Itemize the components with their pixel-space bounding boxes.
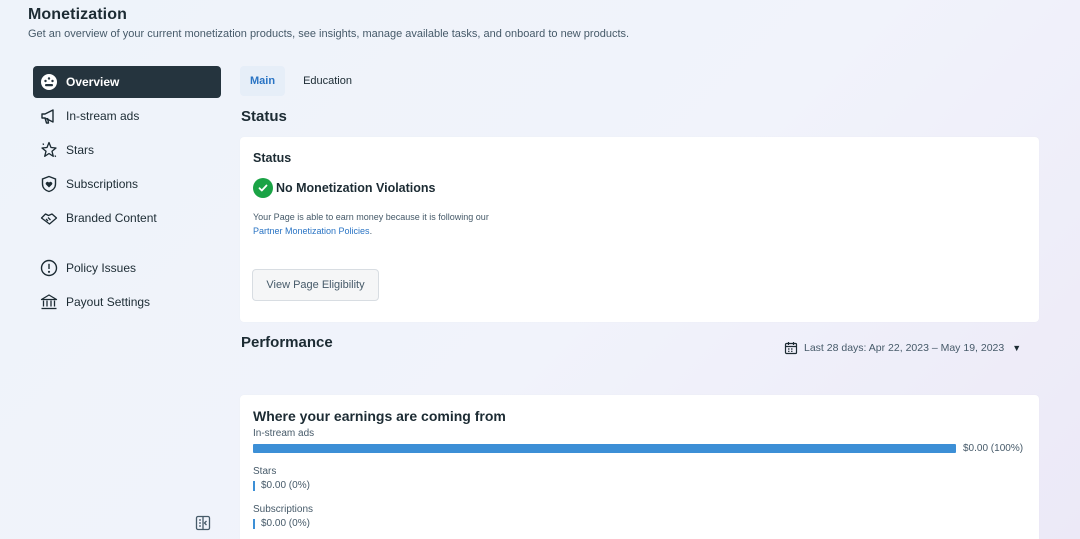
status-card-title: Status bbox=[253, 151, 292, 165]
earnings-bar-row: $0.00 (0%) bbox=[253, 518, 1026, 529]
page-header: Monetization Get an overview of your cur… bbox=[28, 6, 629, 40]
chevron-down-icon: ▼ bbox=[1012, 343, 1022, 353]
page-subtitle: Get an overview of your current monetiza… bbox=[28, 28, 630, 40]
earnings-value: $0.00 (0%) bbox=[261, 480, 310, 491]
status-section-title: Status bbox=[241, 108, 287, 125]
earnings-card: Where your earnings are coming from In-s… bbox=[240, 395, 1039, 539]
sidebar-item-label: Stars bbox=[66, 143, 95, 157]
violation-status-text: No Monetization Violations bbox=[276, 181, 436, 195]
earnings-label: Subscriptions bbox=[253, 504, 314, 515]
earnings-bar-track bbox=[253, 444, 956, 453]
view-page-eligibility-button[interactable]: View Page Eligibility bbox=[252, 269, 379, 301]
earnings-bar-row: $0.00 (0%) bbox=[253, 480, 1026, 491]
heart-shield-icon bbox=[40, 175, 58, 193]
earnings-item-subscriptions: Subscriptions $0.00 (0%) bbox=[253, 504, 1026, 529]
check-circle-icon bbox=[253, 178, 273, 198]
sidebar-item-subscriptions[interactable]: Subscriptions bbox=[33, 168, 221, 200]
status-description: Your Page is able to earn money because … bbox=[253, 210, 1026, 238]
earnings-bar bbox=[253, 444, 956, 453]
megaphone-icon bbox=[40, 107, 58, 125]
page-title: Monetization bbox=[28, 6, 127, 23]
earnings-item-stars: Stars $0.00 (0%) bbox=[253, 466, 1026, 491]
earnings-value: $0.00 (100%) bbox=[963, 443, 1024, 454]
date-range-text: Last 28 days: Apr 22, 2023 – May 19, 202… bbox=[804, 342, 1005, 354]
sidebar-item-label: In-stream ads bbox=[66, 109, 140, 123]
earnings-bar bbox=[253, 518, 255, 529]
status-link-suffix: . bbox=[369, 226, 373, 236]
sidebar-item-overview[interactable]: Overview bbox=[33, 66, 221, 98]
earnings-item-in-stream-ads: In-stream ads $0.00 (100%) bbox=[253, 428, 1026, 454]
alert-circle-icon bbox=[40, 259, 58, 277]
main-content: Main Education Status Status No Monetiza… bbox=[240, 66, 1040, 539]
calendar-icon bbox=[784, 341, 798, 355]
sidebar-item-branded-content[interactable]: Branded Content bbox=[33, 202, 221, 234]
tab-bar: Main Education bbox=[240, 66, 1040, 96]
sidebar-item-in-stream-ads[interactable]: In-stream ads bbox=[33, 100, 221, 132]
sidebar: Overview In-stream ads Stars Subscriptio… bbox=[33, 66, 221, 320]
handshake-icon bbox=[40, 209, 58, 227]
status-description-text: Your Page is able to earn money because … bbox=[253, 212, 489, 222]
status-card: Status No Monetization Violations Your P… bbox=[240, 137, 1039, 322]
sidebar-item-label: Policy Issues bbox=[66, 261, 137, 275]
sidebar-item-label: Overview bbox=[66, 75, 120, 89]
performance-section-title: Performance bbox=[241, 334, 333, 351]
earnings-label: Stars bbox=[253, 466, 277, 477]
partner-policies-link[interactable]: Partner Monetization Policies bbox=[253, 226, 370, 236]
earnings-bar-row: $0.00 (100%) bbox=[253, 443, 1026, 454]
sidebar-item-stars[interactable]: Stars bbox=[33, 134, 221, 166]
tab-education[interactable]: Education bbox=[293, 66, 362, 96]
sidebar-item-label: Payout Settings bbox=[66, 295, 151, 309]
stars-icon bbox=[40, 141, 58, 159]
sidebar-item-payout-settings[interactable]: Payout Settings bbox=[33, 286, 221, 318]
earnings-label: In-stream ads bbox=[253, 428, 315, 439]
earnings-bar bbox=[253, 480, 255, 491]
collapse-sidebar-icon[interactable] bbox=[195, 515, 211, 531]
earnings-value: $0.00 (0%) bbox=[261, 518, 310, 529]
sidebar-item-policy-issues[interactable]: Policy Issues bbox=[33, 252, 221, 284]
sidebar-item-label: Subscriptions bbox=[66, 177, 139, 191]
sidebar-item-label: Branded Content bbox=[66, 211, 157, 225]
bank-icon bbox=[40, 293, 58, 311]
violation-status: No Monetization Violations bbox=[253, 178, 1026, 198]
earnings-title: Where your earnings are coming from bbox=[253, 408, 506, 424]
tab-main[interactable]: Main bbox=[240, 66, 286, 96]
date-range-selector[interactable]: Last 28 days: Apr 22, 2023 – May 19, 202… bbox=[784, 341, 1021, 355]
dashboard-icon bbox=[40, 73, 58, 91]
